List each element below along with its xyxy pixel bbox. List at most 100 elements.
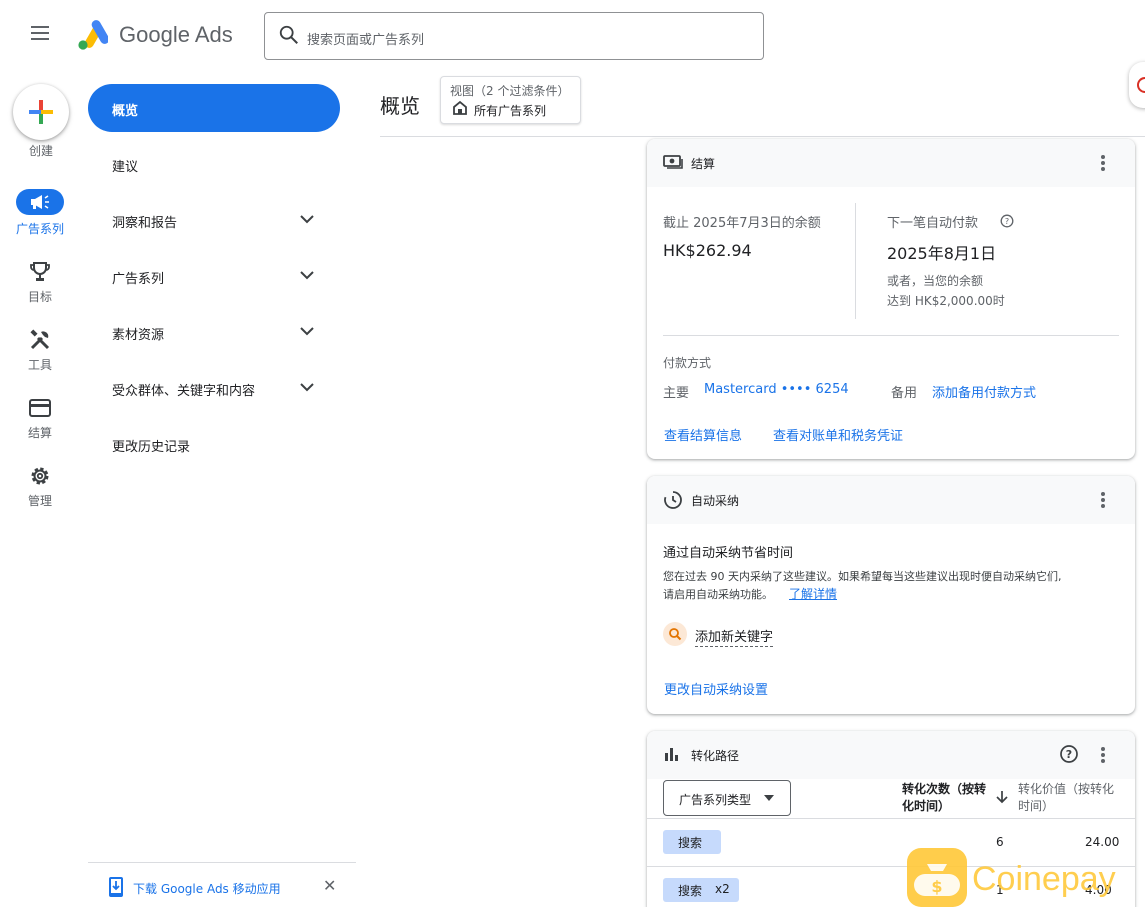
billing-card: 结算 截止 2025年7月3日的余额 HK$262.94 下一笔自动付款 ? 2… [647, 139, 1135, 459]
rail-item-admin[interactable]: 管理 [0, 461, 80, 509]
vertical-divider [855, 203, 856, 319]
conversion-count: 6 [996, 835, 1004, 849]
more-vert-icon[interactable] [1093, 745, 1113, 765]
learn-more-link[interactable]: 了解详情 [789, 585, 837, 602]
balance-label: 截止 2025年7月3日的余额 [663, 216, 821, 231]
rail-label: 广告系列 [15, 222, 64, 236]
rail-label: 工具 [27, 358, 52, 372]
watermark-logo: $ [907, 848, 967, 907]
help-icon[interactable]: ? [1000, 213, 1014, 232]
view-billing-link[interactable]: 查看结算信息 [664, 425, 742, 444]
add-keywords-item[interactable]: 添加新关键字 [695, 626, 774, 647]
nav-item-recommendations[interactable]: 建议 [112, 156, 138, 175]
auto-apply-settings-link[interactable]: 更改自动采纳设置 [664, 679, 768, 698]
table-divider [647, 818, 1135, 819]
payment-method-label: 付款方式 [663, 356, 712, 370]
path-chip-count: x2 [715, 882, 730, 896]
chevron-down-icon[interactable] [298, 266, 316, 288]
close-icon[interactable]: ✕ [323, 876, 336, 895]
nav-item-change-history[interactable]: 更改历史记录 [112, 436, 190, 455]
rail-label: 管理 [27, 494, 52, 508]
rail-item-billing[interactable]: 结算 [0, 393, 80, 441]
path-chip-label: 搜索 [678, 884, 703, 898]
column-header-text: 时间） [1018, 799, 1055, 813]
card-header [647, 139, 1135, 187]
next-payment-label: 下一笔自动付款 [887, 216, 979, 231]
path-chip: 搜索 x2 [663, 878, 739, 902]
campaign-type-dropdown[interactable]: 广告系列类型 [663, 780, 791, 816]
primary-label: 主要 [663, 386, 690, 401]
nav-item-audiences[interactable]: 受众群体、关键字和内容 [112, 380, 255, 399]
download-app-link[interactable]: 下载 Google Ads 移动应用 [133, 880, 281, 897]
section-divider [663, 335, 1119, 336]
next-payment-note: 或者，当您的余额 [887, 274, 984, 288]
card-title: 转化路径 [691, 749, 740, 763]
card-title: 自动采纳 [691, 494, 740, 508]
history-clock-icon [663, 490, 683, 514]
rail-item-goals[interactable]: 目标 [0, 257, 80, 305]
main-menu-button[interactable] [24, 22, 56, 50]
tools-icon [28, 328, 52, 356]
auto-apply-heading: 通过自动采纳节省时间 [663, 546, 794, 561]
create-label: 创建 [28, 144, 53, 158]
dropdown-label: 广告系列类型 [679, 793, 752, 807]
path-chip: 搜索 [663, 830, 721, 854]
auto-apply-description: 请启用自动采纳功能。 [663, 588, 773, 601]
card-title: 结算 [691, 157, 716, 171]
chevron-down-icon[interactable] [298, 378, 316, 400]
search-icon [278, 24, 300, 50]
help-icon[interactable]: ? [1059, 744, 1079, 768]
rail-item-campaigns[interactable]: 广告系列 [0, 189, 80, 237]
rail-label: 结算 [27, 426, 52, 440]
view-filter-scope: 所有广告系列 [474, 104, 547, 118]
next-payment-date: 2025年8月1日 [887, 244, 997, 263]
auto-apply-card: 自动采纳 通过自动采纳节省时间 您在过去 90 天内采纳了这些建议。如果希望每当… [647, 476, 1135, 714]
chevron-down-icon[interactable] [298, 210, 316, 232]
caret-down-icon [764, 795, 774, 801]
trophy-icon [28, 260, 52, 288]
heading-divider [380, 136, 1145, 137]
nav-item-assets[interactable]: 素材资源 [112, 324, 164, 343]
watermark-text: Coinepay [972, 860, 1116, 898]
home-icon [452, 100, 468, 120]
nav-item-label: 概览 [112, 104, 139, 119]
plus-icon [29, 100, 53, 124]
svg-text:$: $ [931, 877, 942, 896]
create-button[interactable] [13, 84, 69, 140]
auto-apply-description: 您在过去 90 天内采纳了这些建议。如果希望每当这些建议出现时便自动采纳它们, [663, 570, 1062, 583]
balance-value: HK$262.94 [663, 241, 752, 260]
column-header-text: 转化次数（按转 [902, 782, 987, 796]
nav-item-campaigns[interactable]: 广告系列 [112, 268, 164, 287]
conversion-value: 24.00 [1085, 835, 1120, 849]
rail-item-tools[interactable]: 工具 [0, 325, 80, 373]
nav-item-insights[interactable]: 洞察和报告 [112, 212, 177, 231]
more-vert-icon[interactable] [1093, 490, 1113, 510]
rail-label: 目标 [27, 290, 52, 304]
path-chip-label: 搜索 [678, 836, 703, 850]
backup-label: 备用 [891, 386, 918, 401]
bar-chart-icon [663, 745, 681, 767]
sort-down-icon[interactable] [996, 790, 1008, 804]
column-header-conversions[interactable]: 转化次数（按转 化时间） [902, 781, 986, 815]
gear-icon [28, 464, 52, 492]
money-icon [663, 153, 683, 175]
megaphone-icon [28, 192, 52, 216]
primary-card-link[interactable]: Mastercard •••• 6254 [704, 382, 849, 397]
search-placeholder: 搜索页面或广告系列 [307, 33, 425, 48]
add-backup-payment-link[interactable]: 添加备用付款方式 [932, 382, 1036, 401]
column-header-text: 转化价值（按转化 [1018, 782, 1115, 796]
mobile-download-icon [108, 876, 124, 902]
help-tab-button[interactable] [1129, 62, 1145, 108]
page-title: 概览 [380, 94, 420, 118]
more-vert-icon[interactable] [1093, 153, 1113, 173]
view-statements-link[interactable]: 查看对账单和税务凭证 [773, 425, 903, 444]
column-header-conversion-value[interactable]: 转化价值（按转化 时间） [1018, 781, 1114, 815]
chevron-down-icon[interactable] [298, 322, 316, 344]
svg-text:?: ? [1005, 217, 1009, 226]
credit-card-icon [28, 396, 52, 424]
svg-text:?: ? [1066, 748, 1072, 761]
search-icon [663, 622, 687, 646]
next-payment-note: 达到 HK$2,000.00时 [887, 294, 1005, 308]
app-name: Google Ads [119, 22, 233, 47]
view-filter-count: 视图（2 个过滤条件） [450, 84, 570, 98]
